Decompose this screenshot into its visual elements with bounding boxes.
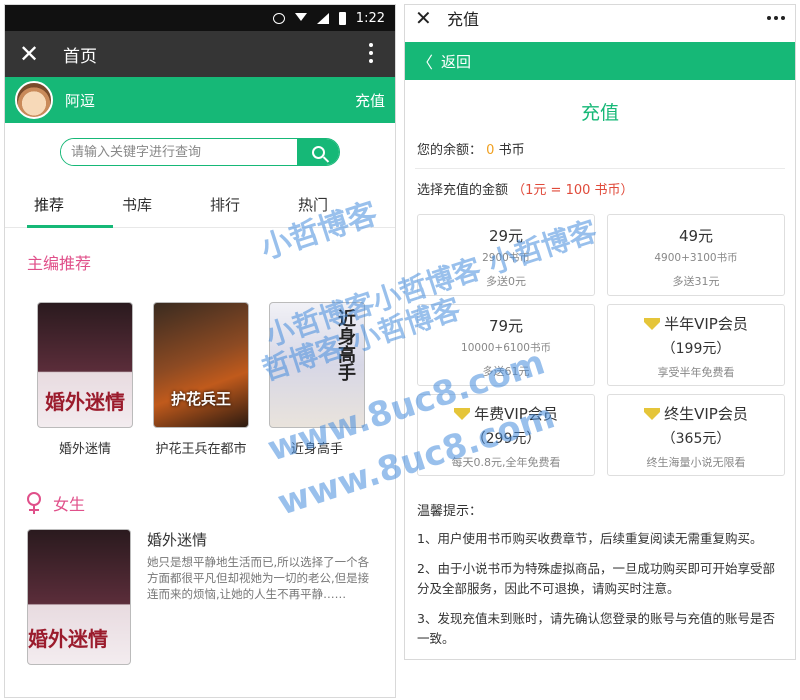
back-bar[interactable]: 〈 返回 <box>405 42 795 80</box>
book-cover[interactable]: 婚外迷情 <box>37 302 133 428</box>
tab-recommend[interactable]: 推荐 <box>5 188 93 227</box>
diamond-icon <box>644 317 661 330</box>
featured-description: 她只是想平静地生活而已,所以选择了一个各方面都很平凡但却视她为一切的老公,但是接… <box>147 555 370 601</box>
tab-hot[interactable]: 热门 <box>269 188 357 227</box>
more-menu-icon[interactable] <box>767 16 785 20</box>
editor-pick-title: 主编推荐 <box>27 254 92 273</box>
book-item[interactable]: 婚外迷情 婚外迷情 <box>37 302 133 457</box>
exchange-rate: （1元 = 100 书币） <box>512 183 634 198</box>
title-bar: ✕ 首页 <box>5 31 395 77</box>
option-price: 终生VIP会员 <box>664 405 748 423</box>
option-29[interactable]: 29元 2900书币 多送0元 <box>417 214 595 296</box>
option-lifetime-vip[interactable]: 终生VIP会员 （365元） 终生海量小说无限看 <box>607 394 785 476</box>
wifi-icon <box>294 12 307 24</box>
option-detail: 4900+3100书币 <box>654 252 738 264</box>
option-price: 49元 <box>678 227 714 245</box>
option-bonus: 每天0.8元,全年免费看 <box>451 456 561 469</box>
female-section-label: 女生 <box>53 495 86 514</box>
option-sub-price: （199元） <box>661 341 731 357</box>
book-item[interactable]: 护花兵王 护花王兵在都市 <box>153 302 249 457</box>
option-sub-price: （365元） <box>661 431 731 447</box>
signal-icon <box>316 12 329 24</box>
cover-title: 婚外迷情 <box>45 390 125 414</box>
home-screen: 1:22 ✕ 首页 阿逗 充值 推荐 书库 排行 热门 <box>4 4 396 698</box>
recharge-screen: ✕ 充值 〈 返回 充值 您的余额： 0 书币 选择充值的金额 （1元 = 10… <box>404 4 796 660</box>
book-item[interactable]: 近身高手 近身高手 <box>269 302 365 457</box>
female-section-title: 女生 <box>27 491 395 515</box>
page-title: 首页 <box>63 46 97 67</box>
option-price: 年费VIP会员 <box>474 405 558 423</box>
featured-title[interactable]: 婚外迷情 <box>147 529 377 550</box>
tab-library[interactable]: 书库 <box>93 188 181 227</box>
option-sub-price: （299元） <box>471 431 541 447</box>
diamond-icon <box>644 407 661 420</box>
book-cover[interactable]: 护花兵王 <box>153 302 249 428</box>
option-bonus: 多送0元 <box>486 275 526 288</box>
tab-bar: 推荐 书库 排行 热门 <box>5 188 395 228</box>
choose-label: 选择充值的金额 <box>417 183 509 198</box>
option-half-year-vip[interactable]: 半年VIP会员 （199元） 享受半年免费看 <box>607 304 785 386</box>
option-price: 79元 <box>488 317 524 335</box>
tip-item: 3、发现充值未到账时，请先确认您登录的账号与充值的账号是否一致。 <box>417 611 775 646</box>
recharge-options: 29元 2900书币 多送0元 49元 4900+3100书币 多送31元 79… <box>417 214 795 476</box>
option-bonus: 多送61元 <box>482 365 530 378</box>
tab-ranking[interactable]: 排行 <box>181 188 269 227</box>
cover-title: 护花兵王 <box>170 390 231 408</box>
balance-value: 0 <box>486 143 495 158</box>
book-cover[interactable]: 婚外迷情 <box>27 529 131 665</box>
option-detail: 10000+6100书币 <box>461 342 551 354</box>
balance-line: 您的余额： 0 书币 <box>417 139 795 158</box>
close-icon[interactable]: ✕ <box>415 6 439 30</box>
tab-underline <box>27 225 113 228</box>
title-bar: ✕ 充值 <box>405 5 795 31</box>
balance-unit: 书币 <box>498 143 525 158</box>
status-bar: 1:22 <box>5 5 395 31</box>
more-menu-icon[interactable] <box>369 43 373 63</box>
alarm-icon <box>272 12 285 24</box>
choose-amount-line: 选择充值的金额 （1元 = 100 书币） <box>417 179 795 198</box>
cover-title: 婚外迷情 <box>28 627 108 651</box>
search-icon <box>311 145 325 159</box>
book-title[interactable]: 近身高手 <box>269 438 365 457</box>
avatar[interactable] <box>15 81 53 119</box>
screenshot: 1:22 ✕ 首页 阿逗 充值 推荐 书库 排行 热门 <box>0 0 800 700</box>
option-bonus: 终生海量小说无限看 <box>646 456 746 469</box>
username: 阿逗 <box>65 91 96 110</box>
search-row <box>5 138 395 166</box>
diamond-icon <box>454 407 471 420</box>
book-cover[interactable]: 近身高手 <box>269 302 365 428</box>
window-title: 充值 <box>447 10 480 29</box>
female-icon <box>27 492 41 514</box>
tips-title: 温馨提示： <box>417 504 483 519</box>
book-title[interactable]: 婚外迷情 <box>37 438 133 457</box>
chevron-left-icon: 〈 <box>417 53 434 72</box>
option-price: 半年VIP会员 <box>664 315 748 333</box>
editor-pick-list: 婚外迷情 婚外迷情 护花兵王 护花王兵在都市 近身高手 近身高手 <box>37 302 395 457</box>
option-price: 29元 <box>488 227 524 245</box>
search-input[interactable] <box>61 139 297 165</box>
option-bonus: 多送31元 <box>672 275 720 288</box>
option-bonus: 享受半年免费看 <box>657 366 735 379</box>
option-annual-vip[interactable]: 年费VIP会员 （299元） 每天0.8元,全年免费看 <box>417 394 595 476</box>
divider <box>415 168 785 169</box>
search-button[interactable] <box>297 139 339 165</box>
recharge-link[interactable]: 充值 <box>355 90 385 111</box>
featured-book[interactable]: 婚外迷情 婚外迷情 她只是想平静地生活而已,所以选择了一个各方面都很平凡但却视她… <box>27 529 395 665</box>
option-79[interactable]: 79元 10000+6100书币 多送61元 <box>417 304 595 386</box>
page-title: 充值 <box>580 102 619 124</box>
close-icon[interactable]: ✕ <box>19 40 49 68</box>
tip-item: 2、由于小说书币为特殊虚拟商品，一旦成功购买即可开始享受部分及全部服务，因此不可… <box>417 561 775 596</box>
back-label[interactable]: 返回 <box>441 51 471 72</box>
featured-info: 婚外迷情 她只是想平静地生活而已,所以选择了一个各方面都很平凡但却视她为一切的老… <box>147 529 377 665</box>
book-title[interactable]: 护花王兵在都市 <box>153 438 249 457</box>
status-time: 1:22 <box>355 10 385 26</box>
option-detail: 2900书币 <box>482 252 530 264</box>
balance-label: 您的余额： <box>417 143 483 158</box>
option-49[interactable]: 49元 4900+3100书币 多送31元 <box>607 214 785 296</box>
cover-title: 近身高手 <box>335 309 356 381</box>
search-box <box>60 138 340 166</box>
user-bar: 阿逗 充值 <box>5 77 395 123</box>
tip-item: 1、用户使用书币购买收费章节，后续重复阅读无需重复购买。 <box>417 531 763 546</box>
battery-icon <box>338 11 346 25</box>
